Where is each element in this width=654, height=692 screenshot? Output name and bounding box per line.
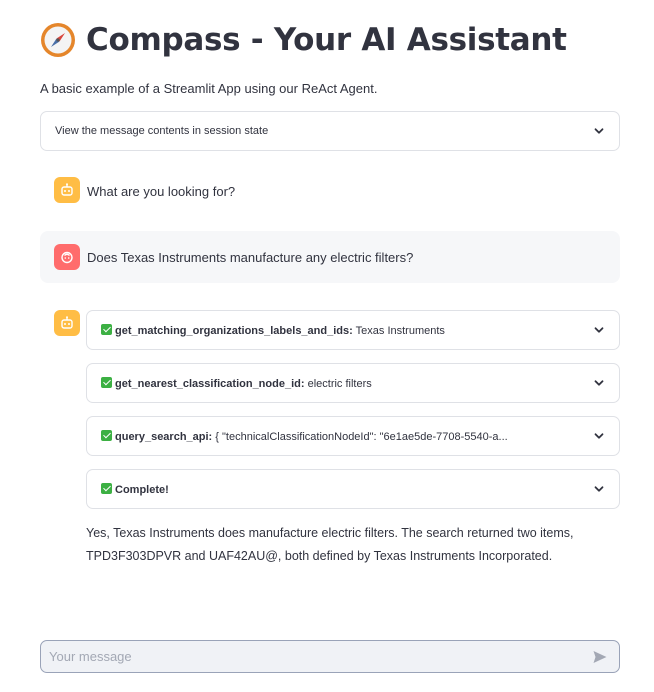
- assistant-greeting-text: What are you looking for?: [87, 184, 236, 199]
- tool-step-expander[interactable]: get_nearest_classification_node_id: elec…: [86, 363, 620, 403]
- assistant-avatar: [54, 177, 80, 203]
- assistant-answer-text: Yes, Texas Instruments does manufacture …: [86, 526, 574, 563]
- chevron-down-icon: [594, 380, 604, 386]
- tool-name: get_matching_organizations_labels_and_id…: [115, 324, 353, 337]
- session-state-expander[interactable]: View the message contents in session sta…: [40, 111, 620, 151]
- expander-label: View the message contents in session sta…: [55, 125, 269, 137]
- check-mark-icon: [101, 482, 112, 494]
- tool-detail: electric filters: [307, 377, 372, 390]
- check-mark-icon: [101, 323, 112, 335]
- tool-step-expander[interactable]: get_matching_organizations_labels_and_id…: [86, 310, 620, 350]
- robot-icon: [61, 183, 73, 196]
- chat-input-box: [40, 640, 620, 673]
- chevron-down-icon: [594, 128, 604, 134]
- assistant-avatar: [54, 310, 80, 336]
- send-button[interactable]: [591, 648, 609, 666]
- tool-name: query_search_api:: [115, 430, 213, 443]
- page-title: Compass - Your AI Assistant: [86, 22, 567, 58]
- chevron-down-icon: [594, 433, 604, 439]
- user-question-text: Does Texas Instruments manufacture any e…: [87, 250, 414, 265]
- send-icon: [593, 650, 607, 663]
- chat-message-input[interactable]: [49, 649, 569, 664]
- tool-step-expander[interactable]: Complete!: [86, 469, 620, 509]
- tool-detail: { "technicalClassificationNodeId": "6e1a…: [215, 430, 508, 443]
- user-face-icon: [61, 251, 73, 264]
- tool-name: get_nearest_classification_node_id:: [115, 377, 305, 390]
- chevron-down-icon: [594, 327, 604, 333]
- compass-icon: [41, 23, 75, 57]
- page-header: Compass - Your AI Assistant: [40, 22, 567, 58]
- robot-icon: [61, 316, 73, 329]
- user-avatar: [54, 244, 80, 270]
- tool-name: Complete!: [115, 483, 169, 496]
- check-mark-icon: [101, 376, 112, 388]
- chevron-down-icon: [594, 486, 604, 492]
- tool-step-expander[interactable]: query_search_api: { "technicalClassifica…: [86, 416, 620, 456]
- tool-detail: Texas Instruments: [355, 324, 445, 337]
- check-mark-icon: [101, 429, 112, 441]
- page-subtitle: A basic example of a Streamlit App using…: [40, 81, 378, 96]
